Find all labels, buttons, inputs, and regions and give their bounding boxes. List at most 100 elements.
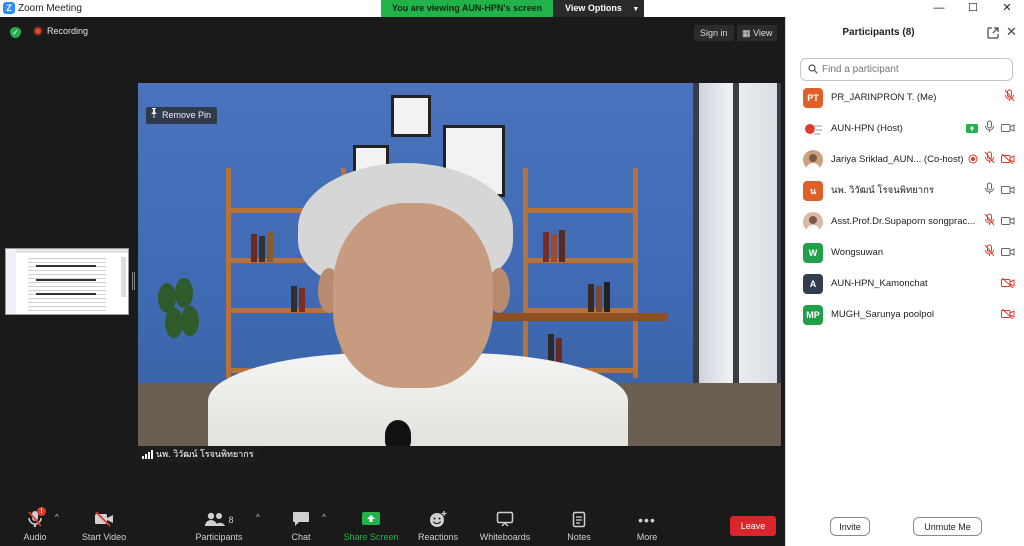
participants-options-caret-icon[interactable]: ^ xyxy=(256,513,260,522)
whiteboards-button[interactable]: Whiteboards xyxy=(470,510,540,542)
participant-avatar: น xyxy=(803,180,823,201)
sharing-screen-icon xyxy=(966,120,978,138)
participant-avatar: MP xyxy=(803,304,823,325)
participant-search-field[interactable] xyxy=(800,58,1013,81)
share-banner: You are viewing AUN-HPN's screen View Op… xyxy=(381,0,644,17)
audio-options-caret-icon[interactable]: ^ xyxy=(55,513,59,522)
microphone-muted-icon[interactable] xyxy=(1004,89,1015,107)
whiteboard-icon xyxy=(496,511,514,529)
close-window-button[interactable]: ✕ xyxy=(990,0,1024,17)
view-options-label: View Options xyxy=(565,3,622,13)
video-icon[interactable] xyxy=(1001,244,1015,262)
participant-name: PR_JARINPRON T. (Me) xyxy=(831,92,937,103)
viewing-screen-label: You are viewing AUN-HPN's screen xyxy=(381,0,553,17)
whiteboards-label: Whiteboards xyxy=(479,532,531,542)
signal-strength-icon xyxy=(142,449,153,459)
participant-name: MUGH_Sarunya poolpol xyxy=(831,309,934,320)
participant-row[interactable]: A AUN-HPN_Kamonchat xyxy=(786,268,1024,299)
recording-status-icon xyxy=(968,151,978,169)
more-button[interactable]: ••• More xyxy=(612,510,682,542)
search-input[interactable] xyxy=(822,64,1002,75)
sign-in-button[interactable]: Sign in xyxy=(694,25,734,41)
grid-view-icon: ▦ xyxy=(742,28,754,38)
close-panel-icon[interactable]: ✕ xyxy=(1006,24,1017,40)
share-screen-icon xyxy=(361,511,381,529)
participants-button[interactable]: 8 Participants xyxy=(184,510,254,542)
participant-row[interactable]: MP MUGH_Sarunya poolpol xyxy=(786,299,1024,330)
participant-row[interactable]: W Wongsuwan xyxy=(786,237,1024,268)
view-button[interactable]: ▦ View xyxy=(737,25,778,41)
start-video-button[interactable]: Start Video xyxy=(69,510,139,542)
view-label: View xyxy=(753,28,773,38)
more-label: More xyxy=(636,532,658,542)
video-icon[interactable] xyxy=(1001,182,1015,200)
speaker-video[interactable] xyxy=(138,83,781,446)
window-title: Zoom Meeting xyxy=(18,3,82,14)
participant-name: Wongsuwan xyxy=(831,247,884,258)
leave-button[interactable]: Leave xyxy=(730,516,776,536)
chevron-down-icon: ▼ xyxy=(632,6,640,13)
participant-avatar: A xyxy=(803,273,823,294)
microphone-muted-icon[interactable] xyxy=(984,213,995,231)
participant-name: AUN-HPN (Host) xyxy=(831,123,903,134)
audio-button[interactable]: ! Audio xyxy=(0,507,70,542)
participants-count: 8 xyxy=(228,515,234,525)
reactions-smiley-icon xyxy=(429,510,447,530)
microphone-icon[interactable] xyxy=(984,182,995,200)
reactions-label: Reactions xyxy=(417,532,459,542)
participant-row[interactable]: Jariya Sriklad_AUN... (Co-host) xyxy=(786,144,1024,175)
participant-name: AUN-HPN_Kamonchat xyxy=(831,278,928,289)
recording-label: Recording xyxy=(47,26,89,36)
video-off-icon[interactable] xyxy=(1001,151,1015,169)
participant-avatar: PT xyxy=(803,87,823,108)
participant-avatar xyxy=(803,118,823,139)
participant-row[interactable]: AUN-HPN (Host) xyxy=(786,113,1024,144)
video-icon[interactable] xyxy=(1001,120,1015,138)
remove-pin-label: Remove Pin xyxy=(162,110,212,120)
participants-panel: Participants (8) ✕ PT PR_JARINPRON T. (Me… xyxy=(785,17,1024,546)
participants-list: PT PR_JARINPRON T. (Me) AUN-HPN (Host) Jari… xyxy=(786,82,1024,330)
search-icon xyxy=(808,61,818,79)
reactions-button[interactable]: Reactions xyxy=(403,510,473,542)
participant-name: Jariya Sriklad_AUN... (Co-host) xyxy=(831,154,964,165)
video-off-icon[interactable] xyxy=(1001,275,1015,293)
panel-resize-handle[interactable] xyxy=(132,272,135,290)
video-icon[interactable] xyxy=(1001,213,1015,231)
recording-indicator[interactable]: Recording xyxy=(33,26,88,36)
participant-row[interactable]: น นพ. วิวัฒน์ โรจนพิทยากร xyxy=(786,175,1024,206)
participants-icon xyxy=(204,511,226,529)
share-screen-button[interactable]: Share Screen xyxy=(336,510,406,542)
minimize-button[interactable]: — xyxy=(922,0,956,17)
view-options-button[interactable]: View Options ▼ xyxy=(553,0,644,17)
microphone-muted-icon[interactable] xyxy=(984,151,995,169)
shared-screen-thumbnail[interactable] xyxy=(5,248,129,315)
zoom-logo-icon: Z xyxy=(3,2,15,14)
participant-avatar: W xyxy=(803,242,823,263)
speaker-name: นพ. วิวัฒน์ โรจนพิทยากร xyxy=(156,449,254,459)
encryption-shield-icon[interactable]: ✓ xyxy=(10,27,21,38)
participant-row[interactable]: Asst.Prof.Dr.Supaporn songprac... xyxy=(786,206,1024,237)
notes-label: Notes xyxy=(567,532,591,542)
record-dot-icon xyxy=(33,26,43,36)
participants-panel-title: Participants (8) xyxy=(842,27,915,38)
participant-avatar xyxy=(803,149,823,170)
video-off-icon[interactable] xyxy=(1001,306,1015,324)
chat-options-caret-icon[interactable]: ^ xyxy=(322,513,326,522)
audio-warning-badge: ! xyxy=(37,507,46,516)
more-dots-icon: ••• xyxy=(638,512,656,528)
microphone-muted-icon[interactable] xyxy=(984,244,995,262)
remove-pin-button[interactable]: Remove Pin xyxy=(146,107,218,124)
notes-button[interactable]: Notes xyxy=(544,510,614,542)
start-video-label: Start Video xyxy=(81,532,127,542)
microphone-icon[interactable] xyxy=(984,120,995,138)
audio-label: Audio xyxy=(23,532,47,542)
popout-icon[interactable] xyxy=(987,26,999,39)
participant-avatar xyxy=(803,211,823,232)
participant-row[interactable]: PT PR_JARINPRON T. (Me) xyxy=(786,82,1024,113)
notes-icon xyxy=(572,511,586,530)
unmute-me-button[interactable]: Unmute Me xyxy=(913,517,982,536)
chat-label: Chat xyxy=(291,532,311,542)
maximize-button[interactable]: ☐ xyxy=(956,0,990,17)
participant-name: Asst.Prof.Dr.Supaporn songprac... xyxy=(831,216,976,227)
invite-button[interactable]: Invite xyxy=(830,517,870,536)
